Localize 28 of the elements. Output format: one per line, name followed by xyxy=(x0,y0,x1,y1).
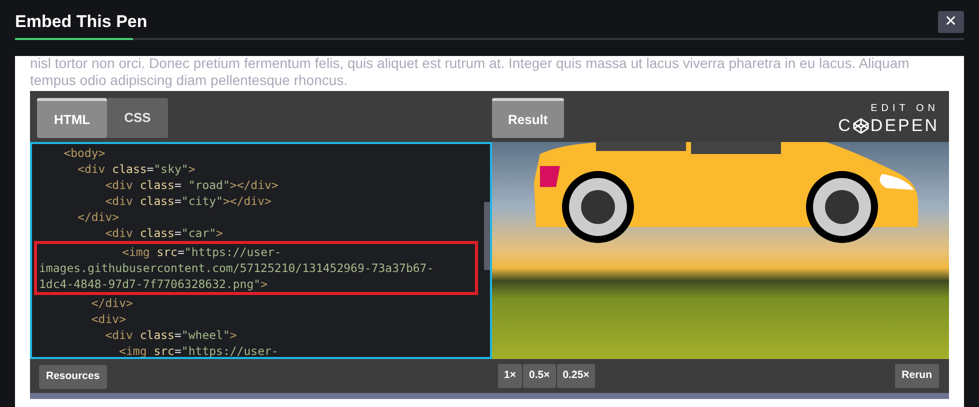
code-line: <div> xyxy=(90,311,128,327)
code-line: <img src="https://user- xyxy=(121,244,282,260)
code-line: </div> xyxy=(90,295,134,311)
dialog-title: Embed This Pen xyxy=(15,11,148,34)
code-line: <div class="car"> xyxy=(104,225,224,241)
code-line: <div class="wheel"> xyxy=(104,327,238,343)
editor-tab[interactable]: HTML xyxy=(37,98,108,138)
paragraph-text: nisl tortor non orci. Donec pretium fermentum felis, quis aliquet est rutrum at. Integer quis massa ut lacus viverra pharetra in eu lacus. Aliquam xyxy=(30,56,910,72)
code-line: 1dc4-4848-97d7-7f7706328632.png"> xyxy=(39,276,268,292)
cube-logo-icon xyxy=(853,118,870,134)
code-line: images.githubusercontent.com/57125210/131452969-73a37b67- xyxy=(39,260,435,276)
rerun-button[interactable]: Rerun xyxy=(894,364,939,388)
result-tab[interactable]: Result xyxy=(492,98,564,138)
code-line: <div class="sky"> xyxy=(76,161,196,177)
code-line: <div class= "road"></div> xyxy=(104,177,280,193)
editor-tab[interactable]: CSS xyxy=(107,98,168,138)
code-line: <body> xyxy=(62,145,106,161)
paragraph-text: tempus odio adipiscing diam pellentesque rhoncus. xyxy=(30,72,349,89)
code-editor[interactable] xyxy=(30,142,492,359)
resources-button[interactable]: Resources xyxy=(39,365,107,389)
code-line: </div> xyxy=(76,209,120,225)
zoom-button[interactable]: 1× xyxy=(498,364,522,388)
zoom-button[interactable]: 0.25× xyxy=(556,364,596,388)
code-line: <div class="city"></div> xyxy=(104,193,272,209)
zoom-button[interactable]: 0.5× xyxy=(522,364,556,388)
close-button[interactable]: ✕ xyxy=(938,11,964,33)
edit-on-codepen-link[interactable]: EDIT ON C DEPEN xyxy=(838,102,939,136)
scrollbar-thumb[interactable] xyxy=(484,202,490,270)
